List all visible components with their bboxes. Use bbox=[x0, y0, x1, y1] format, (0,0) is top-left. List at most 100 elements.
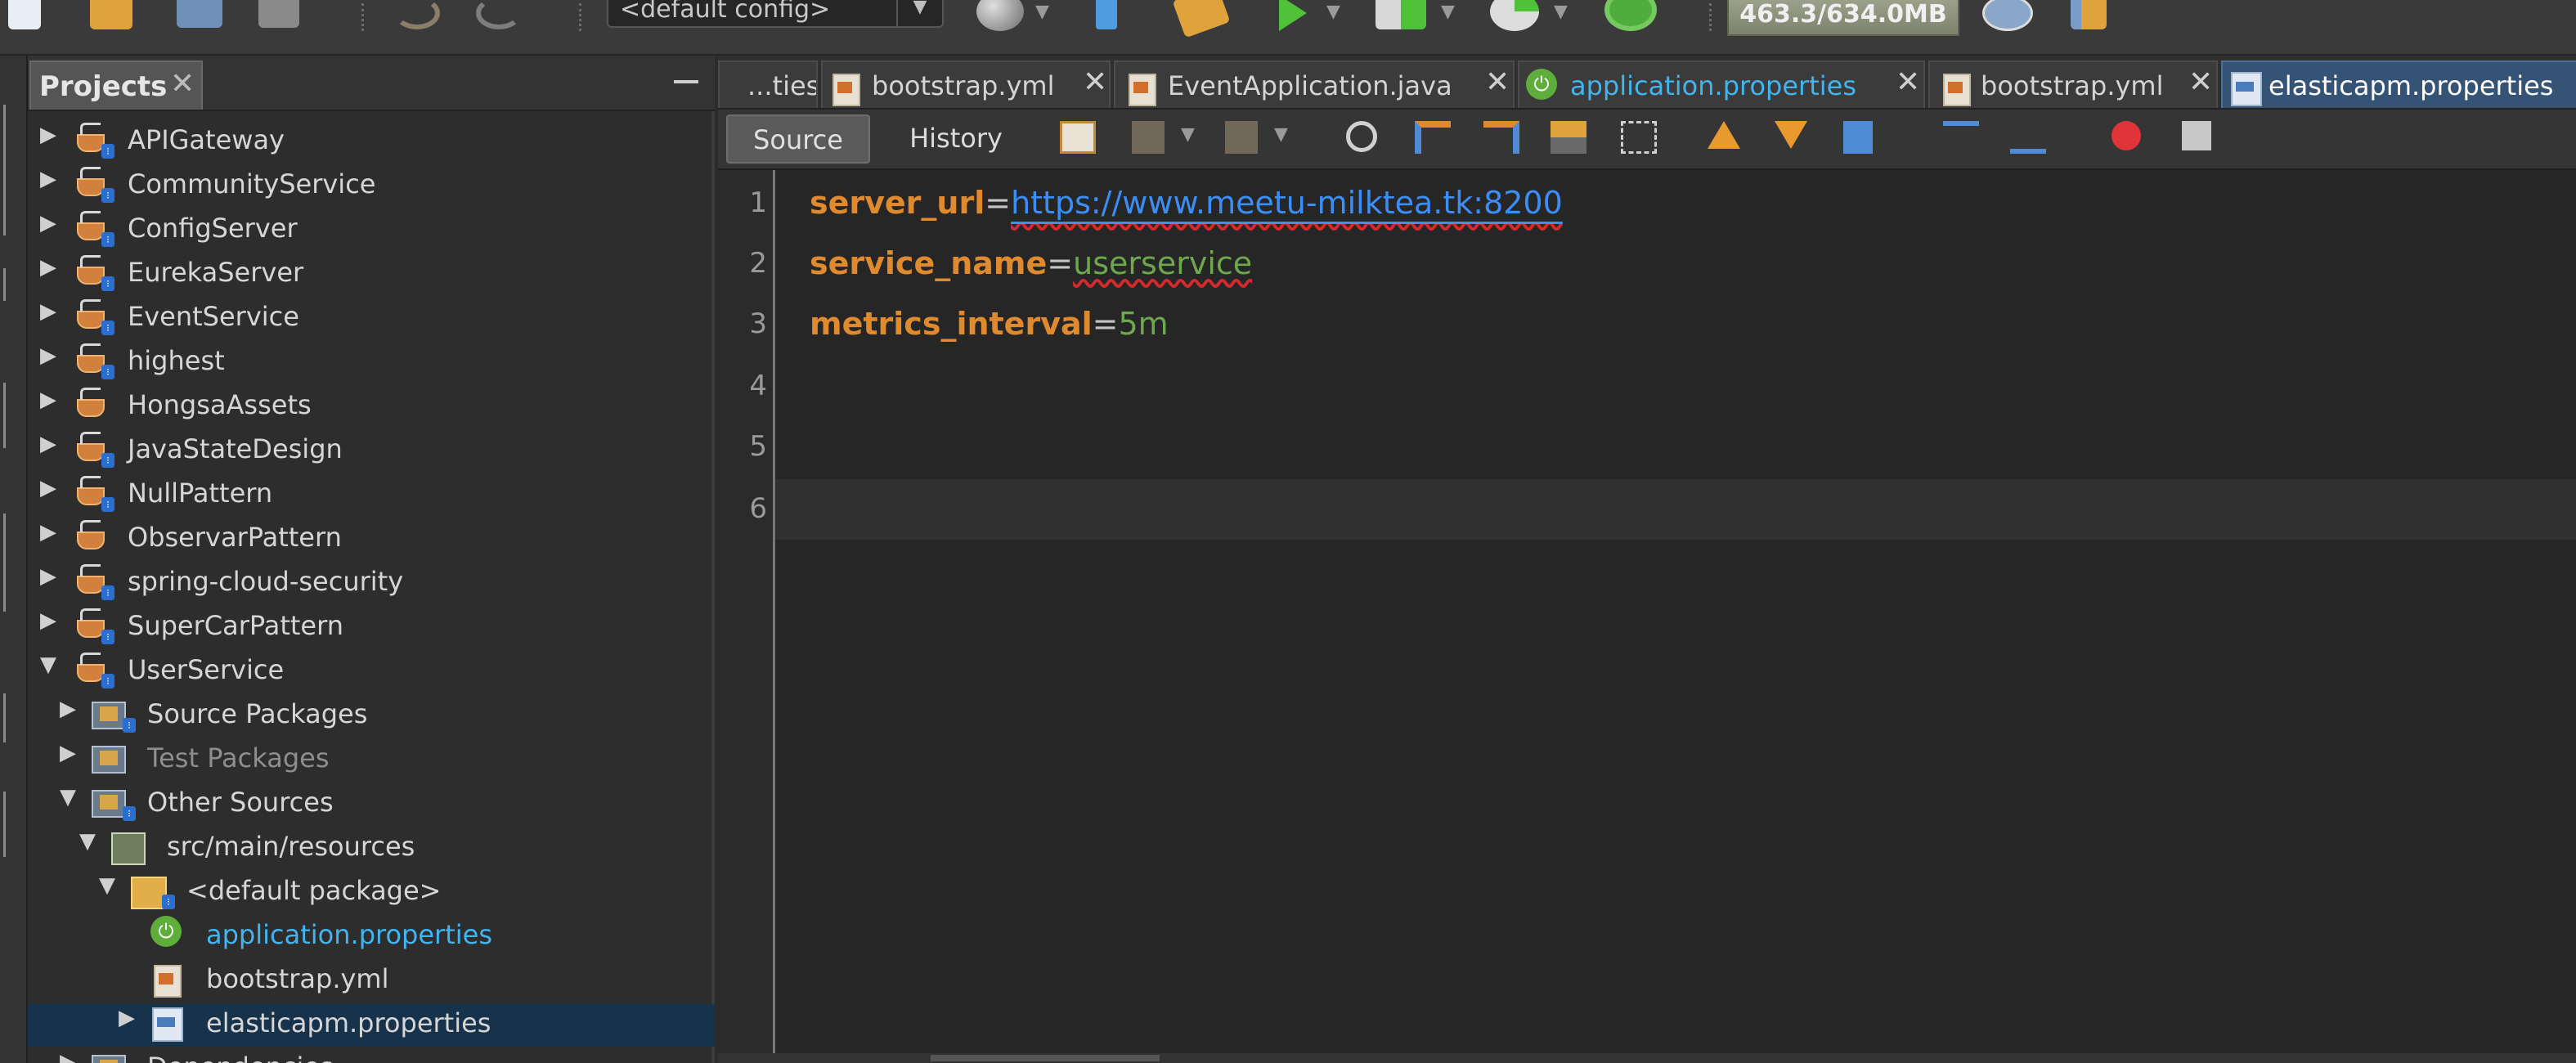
expand-toggle-icon[interactable]: ▼ bbox=[95, 873, 119, 898]
build-icon[interactable] bbox=[1172, 0, 1231, 38]
find-previous-icon[interactable] bbox=[1415, 121, 1451, 154]
debug-icon[interactable] bbox=[1376, 0, 1426, 29]
editor-tab[interactable]: application.properties ✕ bbox=[1518, 61, 1925, 108]
tree-item[interactable]: ▼ ⁝ UserService bbox=[28, 651, 715, 693]
rectangular-selection-icon[interactable] bbox=[1621, 121, 1657, 154]
gc-icon[interactable] bbox=[1982, 0, 2033, 31]
editor-tab[interactable]: bootstrap.yml ✕ bbox=[821, 61, 1111, 108]
code-line[interactable]: service_name=userservice bbox=[775, 235, 2576, 296]
side-tab-mark[interactable] bbox=[3, 383, 18, 448]
find-next-icon[interactable] bbox=[1483, 121, 1519, 154]
code-line[interactable]: server_url=https://www.meetu-milktea.tk:… bbox=[775, 175, 2576, 235]
tree-item[interactable]: application.properties bbox=[28, 916, 715, 958]
next-bookmark-icon[interactable] bbox=[1775, 121, 1807, 149]
chevron-down-icon[interactable]: ▼ bbox=[1035, 2, 1049, 22]
tree-item[interactable]: ▶ ⁝ JavaStateDesign bbox=[28, 430, 715, 473]
expand-toggle-icon[interactable]: ▶ bbox=[36, 255, 61, 280]
close-icon[interactable]: ✕ bbox=[2188, 65, 2213, 99]
previous-bookmark-icon[interactable] bbox=[1708, 121, 1740, 149]
tree-item[interactable]: ▶ ⁝ SuperCarPattern bbox=[28, 607, 715, 649]
expand-toggle-icon[interactable]: ▶ bbox=[36, 476, 61, 500]
expand-toggle-icon[interactable]: ▶ bbox=[36, 564, 61, 589]
tree-item[interactable]: bootstrap.yml bbox=[28, 960, 715, 1002]
new-project-icon[interactable] bbox=[90, 0, 132, 29]
tree-item[interactable]: ▶ ⁝ EurekaServer bbox=[28, 253, 715, 296]
close-icon[interactable]: ✕ bbox=[1485, 65, 1510, 99]
editor-tab[interactable]: ...ties bbox=[718, 61, 818, 108]
code-line[interactable] bbox=[775, 419, 2576, 479]
expand-toggle-icon[interactable]: ▶ bbox=[114, 1006, 139, 1030]
tree-item[interactable]: ▶ ⁝ highest bbox=[28, 342, 715, 384]
code-line[interactable] bbox=[775, 358, 2576, 419]
scrollbar-thumb[interactable] bbox=[931, 1055, 1160, 1061]
side-tab-mark[interactable] bbox=[3, 514, 18, 612]
side-tab-mark[interactable] bbox=[3, 105, 18, 235]
side-tab-mark[interactable] bbox=[3, 693, 18, 742]
tab-projects[interactable]: Projects ✕ bbox=[29, 61, 203, 110]
expand-toggle-icon[interactable]: ▶ bbox=[36, 299, 61, 324]
target-icon[interactable] bbox=[976, 0, 1024, 31]
chevron-down-icon[interactable]: ▼ bbox=[1441, 2, 1455, 22]
expand-toggle-icon[interactable]: ▼ bbox=[36, 653, 61, 677]
expand-toggle-icon[interactable]: ▼ bbox=[75, 829, 100, 854]
source-button[interactable]: Source bbox=[726, 114, 870, 164]
expand-toggle-icon[interactable]: ▶ bbox=[56, 1050, 80, 1063]
tree-item[interactable]: ▶ ObservarPattern bbox=[28, 518, 715, 561]
horizontal-scrollbar[interactable] bbox=[718, 1053, 2576, 1063]
expand-toggle-icon[interactable]: ▶ bbox=[36, 343, 61, 368]
tree-item[interactable]: ▶ ⁝ CommunityService bbox=[28, 165, 715, 208]
chevron-down-icon[interactable]: ▼ bbox=[1554, 2, 1568, 22]
expand-toggle-icon[interactable]: ▶ bbox=[36, 432, 61, 456]
close-icon[interactable]: ✕ bbox=[1896, 65, 1920, 99]
open-project-icon[interactable] bbox=[177, 0, 222, 28]
chevron-down-icon[interactable]: ▼ bbox=[896, 0, 942, 26]
chevron-down-icon[interactable]: ▼ bbox=[1274, 124, 1288, 145]
new-file-icon[interactable] bbox=[8, 0, 41, 29]
expand-toggle-icon[interactable]: ▶ bbox=[36, 211, 61, 235]
tree-item[interactable]: ▶ Dependencies bbox=[28, 1048, 715, 1063]
tree-item[interactable]: ▶ ⁝ Source Packages bbox=[28, 695, 715, 738]
tree-item[interactable]: ▶ elasticapm.properties bbox=[28, 1004, 715, 1047]
profile-icon[interactable] bbox=[1490, 0, 1539, 31]
chevron-down-icon[interactable]: ▼ bbox=[1181, 124, 1195, 145]
tree-item[interactable]: ▶ Test Packages bbox=[28, 739, 715, 782]
editor-tab[interactable]: bootstrap.yml ✕ bbox=[1928, 61, 2218, 108]
tree-item[interactable]: ▼ src/main/resources bbox=[28, 828, 715, 870]
save-all-icon[interactable] bbox=[258, 0, 299, 28]
expand-toggle-icon[interactable]: ▶ bbox=[56, 697, 80, 721]
expand-toggle-icon[interactable]: ▶ bbox=[36, 167, 61, 191]
code-line[interactable]: metrics_interval=5m bbox=[775, 296, 2576, 357]
close-icon[interactable]: ✕ bbox=[170, 67, 195, 101]
shift-right-icon[interactable] bbox=[2010, 121, 2046, 154]
toggle-highlight-icon[interactable] bbox=[1551, 121, 1586, 154]
expand-toggle-icon[interactable]: ▶ bbox=[36, 388, 61, 412]
expand-toggle-icon[interactable]: ▶ bbox=[56, 741, 80, 765]
redo-icon[interactable] bbox=[476, 0, 522, 29]
minimize-icon[interactable] bbox=[674, 80, 698, 83]
code-editor[interactable]: 1 2 3 4 5 6 server_url=https://www.meetu… bbox=[718, 170, 2576, 1053]
expand-toggle-icon[interactable]: ▶ bbox=[36, 520, 61, 545]
expand-toggle-icon[interactable]: ▼ bbox=[56, 785, 80, 810]
forward-icon[interactable] bbox=[1225, 121, 1258, 154]
code-line-current[interactable] bbox=[775, 479, 2576, 540]
search-icon[interactable] bbox=[1346, 121, 1377, 152]
memory-indicator[interactable]: 463.3/634.0MB bbox=[1727, 0, 1959, 36]
property-value-link[interactable]: https://www.meetu-milktea.tk:8200 bbox=[1011, 185, 1563, 221]
shift-left-icon[interactable] bbox=[1943, 121, 1979, 154]
last-edit-icon[interactable] bbox=[1060, 121, 1096, 154]
expand-toggle-icon[interactable]: ▶ bbox=[36, 608, 61, 633]
tree-item[interactable]: ▶ HongsaAssets bbox=[28, 386, 715, 428]
tree-item[interactable]: ▼ ⁝ <default package> bbox=[28, 872, 715, 914]
expand-toggle-icon[interactable]: ▶ bbox=[36, 123, 61, 147]
tree-item[interactable]: ▶ ⁝ NullPattern bbox=[28, 474, 715, 517]
back-icon[interactable] bbox=[1132, 121, 1165, 154]
spring-boot-icon[interactable] bbox=[1604, 0, 1657, 31]
tree-item[interactable]: ▶ ⁝ APIGateway bbox=[28, 121, 715, 164]
side-tab-mark[interactable] bbox=[3, 792, 18, 857]
editor-tab-active[interactable]: elasticapm.properties bbox=[2221, 61, 2576, 108]
side-tab-mark[interactable] bbox=[3, 268, 18, 301]
run-icon[interactable] bbox=[1279, 0, 1307, 31]
tree-item[interactable]: ▶ ⁝ ConfigServer bbox=[28, 209, 715, 252]
editor-tab[interactable]: EventApplication.java ✕ bbox=[1114, 61, 1515, 108]
config-select[interactable]: <default config> ▼ bbox=[607, 0, 944, 28]
